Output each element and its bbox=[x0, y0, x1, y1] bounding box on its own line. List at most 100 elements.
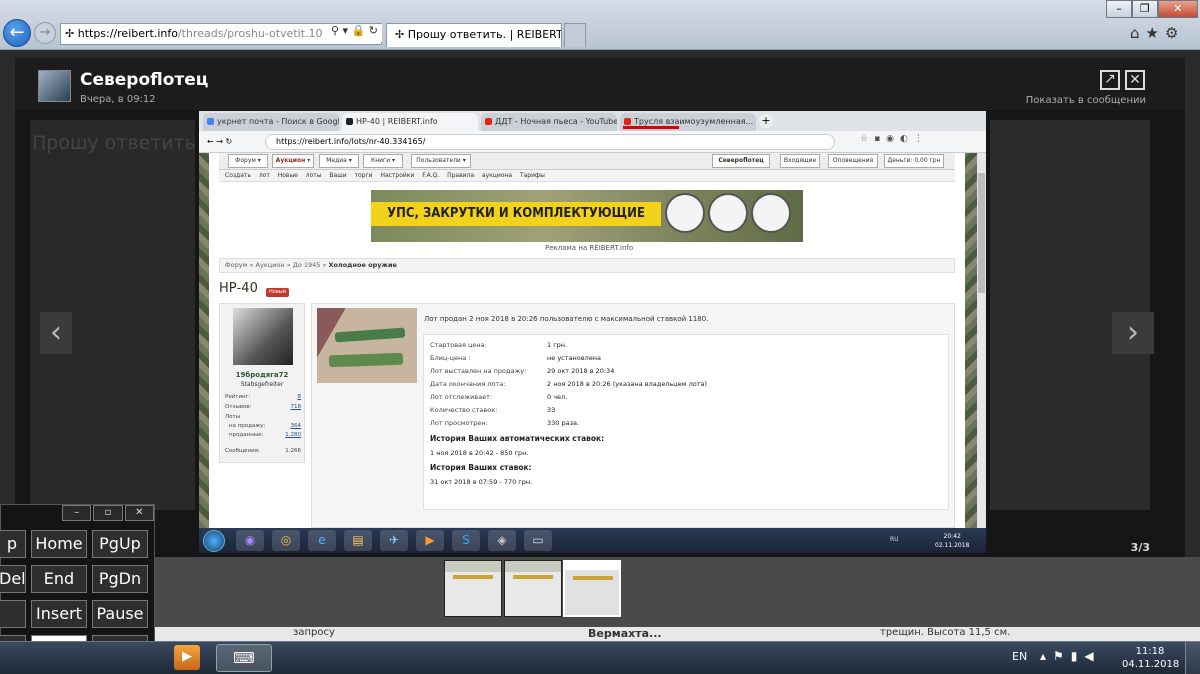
camo-border-left bbox=[199, 153, 209, 528]
show-desktop-button[interactable] bbox=[1185, 641, 1200, 674]
chrome-new-tab-icon[interactable]: + bbox=[759, 114, 773, 128]
new-tab-button[interactable] bbox=[564, 23, 586, 47]
nav-balance[interactable]: Деньги: 0,00 грн bbox=[884, 154, 944, 168]
ie-icon[interactable]: e bbox=[308, 530, 336, 551]
nav-books[interactable]: Книги ▾ bbox=[363, 154, 403, 168]
seller-avatar[interactable] bbox=[233, 308, 293, 365]
nav-auction[interactable]: Аукцион ▾ bbox=[272, 154, 314, 168]
ad-caption[interactable]: Реклама на REIBERT.info bbox=[545, 244, 633, 252]
player-icon[interactable]: ▶ bbox=[416, 530, 444, 551]
inner-clock[interactable]: 20:42 02.11.2018 bbox=[935, 532, 969, 550]
lot-photo[interactable] bbox=[317, 308, 417, 383]
breadcrumb-path[interactable]: Форум » Аукцион » До 1945 » bbox=[225, 261, 329, 269]
chrome-scrollbar[interactable] bbox=[977, 153, 986, 528]
seller-stat: на продажу: 364 bbox=[229, 423, 301, 429]
inner-lang[interactable]: RU bbox=[890, 536, 899, 543]
lock-icon: 🔒 bbox=[351, 24, 366, 37]
key-pgdn[interactable]: PgDn bbox=[92, 565, 148, 593]
next-image-arrow[interactable]: › bbox=[1112, 312, 1154, 354]
chrome-tab-reibert[interactable]: НР-40 | REIBERT.info bbox=[342, 113, 478, 131]
inner-start-button[interactable] bbox=[203, 530, 225, 552]
close-icon[interactable]: ✕ bbox=[1125, 70, 1145, 90]
refresh-icon[interactable]: ↻ bbox=[369, 24, 378, 37]
chrome-nav-icons[interactable]: ← → ↻ bbox=[207, 137, 232, 146]
nav-users[interactable]: Пользователи ▾ bbox=[411, 154, 471, 168]
key-insert[interactable]: Insert bbox=[31, 600, 87, 628]
search-icon[interactable]: ⚲ bbox=[331, 24, 339, 37]
app-icon[interactable]: ▭ bbox=[524, 530, 552, 551]
system-clock[interactable]: 11:18 04.11.2018 bbox=[1122, 645, 1179, 671]
key-pause[interactable]: Pause bbox=[92, 600, 148, 628]
poster-avatar[interactable] bbox=[38, 70, 71, 102]
thumbnail-1[interactable] bbox=[444, 560, 502, 617]
osk-taskbar-icon[interactable]: ⌨ bbox=[216, 644, 272, 672]
forward-button[interactable]: → bbox=[34, 22, 56, 44]
nav-user-profile[interactable]: Североflотец bbox=[712, 154, 770, 168]
key-home[interactable]: Home bbox=[31, 530, 87, 558]
nav-forum[interactable]: Форум ▾ bbox=[228, 154, 268, 168]
key-blank[interactable] bbox=[0, 600, 26, 628]
poster-name[interactable]: Североflотец bbox=[80, 70, 208, 90]
osk-maximize-button[interactable]: ▫ bbox=[93, 505, 123, 521]
detail-value: 0 чел. bbox=[547, 393, 568, 401]
media-player-icon[interactable]: ▶ bbox=[174, 645, 200, 670]
ie-command-icons: ⌂★⚙ bbox=[1130, 24, 1198, 44]
folder-icon[interactable]: ▤ bbox=[344, 530, 372, 551]
seller-stat: Сообщения: 1.266 bbox=[225, 448, 301, 454]
lot-sold-text: Лот продан 2 ноя 2018 в 20:26 пользовате… bbox=[424, 315, 709, 323]
chrome-url-bar[interactable]: https://reibert.info/lots/nr-40.334165/ bbox=[265, 134, 835, 150]
minimize-button[interactable]: – bbox=[1106, 0, 1132, 18]
nav-alerts[interactable]: Оповещения bbox=[828, 154, 878, 168]
thumbnail-3[interactable] bbox=[563, 560, 621, 617]
nav-media[interactable]: Медиа ▾ bbox=[319, 154, 359, 168]
site-subnav[interactable]: Создать лот Новые лоты Ваши торги Настро… bbox=[219, 170, 955, 182]
key-del[interactable]: Del bbox=[0, 565, 26, 593]
nav-inbox[interactable]: Входящие bbox=[780, 154, 820, 168]
google-icon bbox=[207, 118, 214, 125]
tray-flag-icon[interactable]: ⚑ bbox=[1053, 649, 1071, 663]
chrome-extension-icons[interactable]: ☆▪◉◐⋮ bbox=[860, 134, 929, 144]
seller-stat: Лоты bbox=[225, 414, 241, 420]
prev-image-arrow[interactable]: ‹ bbox=[40, 312, 72, 354]
key-end[interactable]: End bbox=[31, 565, 87, 593]
home-icon[interactable]: ⌂ bbox=[1130, 24, 1146, 42]
app-icon[interactable]: ✈ bbox=[380, 530, 408, 551]
system-tray[interactable]: ▴⚑▮◀ bbox=[1040, 649, 1101, 663]
language-indicator[interactable]: EN bbox=[1012, 650, 1027, 663]
back-button[interactable]: ← bbox=[3, 19, 31, 47]
osk-minimize-button[interactable]: – bbox=[62, 505, 92, 521]
page-snippet: Вермахта... bbox=[588, 627, 662, 640]
key-pgup[interactable]: PgUp bbox=[92, 530, 148, 558]
chrome-tab-label: укрнет почта - Поиск в Google bbox=[217, 117, 339, 126]
image-counter: 3/3 bbox=[1130, 541, 1150, 554]
app-icon[interactable]: ◈ bbox=[488, 530, 516, 551]
seller-name[interactable]: 19бродяга72 bbox=[219, 371, 305, 379]
breadcrumb[interactable]: Форум » Аукцион » До 1945 » Холодное ору… bbox=[219, 258, 955, 273]
open-external-icon[interactable]: ↗ bbox=[1100, 70, 1120, 90]
volume-icon[interactable]: ◀ bbox=[1084, 649, 1100, 663]
auto-bid-entry: 1 ноя 2018 в 20:42 - 850 грн. bbox=[430, 449, 529, 457]
gear-icon[interactable]: ⚙ bbox=[1165, 24, 1184, 42]
chrome-tab-google[interactable]: укрнет почта - Поиск в Google bbox=[203, 113, 339, 131]
chrome-icon[interactable]: ◎ bbox=[272, 530, 300, 551]
detail-label: Лот просмотрен: bbox=[430, 419, 488, 427]
osk-close-button[interactable]: ✕ bbox=[124, 505, 154, 521]
favorites-star-icon[interactable]: ★ bbox=[1146, 24, 1165, 42]
network-signal-icon[interactable]: ▮ bbox=[1071, 649, 1085, 663]
page-snippet: запросу bbox=[293, 627, 335, 638]
skype-icon[interactable]: S bbox=[452, 530, 480, 551]
thumbnail-2[interactable] bbox=[504, 560, 562, 617]
chrome-tab-youtube-1[interactable]: ДДТ - Ночная пьеса - YouTube bbox=[481, 113, 617, 131]
tray-arrow-icon[interactable]: ▴ bbox=[1040, 649, 1053, 663]
close-window-button[interactable]: ✕ bbox=[1157, 0, 1198, 18]
inner-date: 02.11.2018 bbox=[935, 542, 970, 549]
scroll-thumb[interactable] bbox=[978, 173, 985, 293]
show-in-post-link[interactable]: Показать в сообщении bbox=[1000, 95, 1146, 106]
tab-active[interactable]: ✢ Прошу ответить. | REIBERT... × bbox=[386, 23, 562, 47]
key-up[interactable]: p bbox=[0, 530, 26, 558]
ad-product-image bbox=[708, 193, 748, 233]
address-tools[interactable]: ⚲ ▾ 🔒 ↻ bbox=[322, 24, 382, 42]
viber-icon[interactable]: ◉ bbox=[236, 530, 264, 551]
maximize-button[interactable]: ❐ bbox=[1131, 0, 1158, 18]
page-text-below: запросу Вермахта... трещин. Высота 11,5 … bbox=[0, 627, 1200, 641]
